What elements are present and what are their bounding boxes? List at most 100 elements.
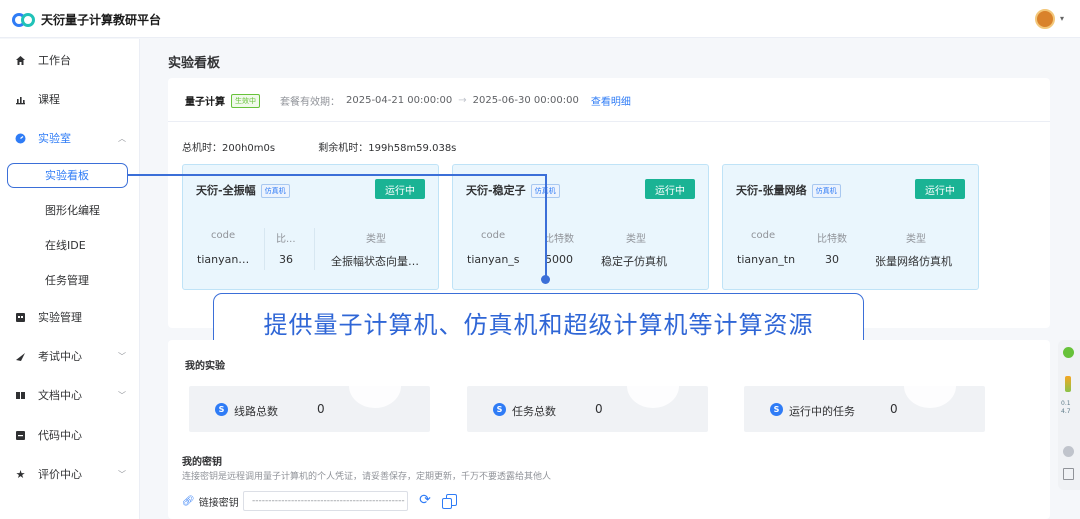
column-header-bits: 比特数 bbox=[817, 234, 847, 245]
app-title: 天衍量子计算教研平台 bbox=[41, 13, 162, 27]
validity-end: 2025-06-30 00:00:00 bbox=[472, 95, 579, 106]
page-title: 实验看板 bbox=[168, 56, 221, 71]
speed-down: 4.7 bbox=[1061, 408, 1071, 415]
floating-toolbar: 0.1 4.7 bbox=[1058, 340, 1080, 490]
machine-card[interactable]: 天衍-全振幅 仿真机 运行中 code 比... 类型 tianyan… 36 全… bbox=[182, 164, 439, 290]
sidebar-item-doc-center[interactable]: 文档中心 ﹀ bbox=[0, 380, 140, 410]
running-status-badge: 运行中 bbox=[645, 179, 695, 199]
screenshot-icon[interactable] bbox=[1063, 468, 1074, 480]
copy-icon[interactable] bbox=[442, 494, 457, 509]
home-icon bbox=[15, 55, 26, 66]
total-time: 总机时：200h0m0s bbox=[182, 143, 276, 154]
stat-value: 0 bbox=[595, 402, 603, 416]
package-name: 量子计算 bbox=[185, 97, 225, 108]
chart-icon bbox=[15, 94, 26, 105]
sidebar-item-label: 实验管理 bbox=[38, 311, 82, 324]
column-header-code: code bbox=[211, 230, 236, 241]
machine-name: 天衍-张量网络 bbox=[736, 184, 807, 197]
chevron-down-icon: ﹀ bbox=[118, 351, 126, 361]
sidebar-item-label: 在线IDE bbox=[45, 239, 86, 252]
machine-category: 稳定子仿真机 bbox=[601, 255, 667, 268]
column-header-type: 类型 bbox=[366, 234, 386, 245]
sidebar-item-task-management[interactable]: 任务管理 bbox=[0, 266, 140, 294]
stat-label: 运行中的任务 bbox=[789, 405, 855, 418]
sidebar-item-courses[interactable]: 课程 bbox=[0, 84, 140, 114]
refresh-icon[interactable]: ⟳ bbox=[417, 492, 433, 508]
chevron-down-icon: ﹀ bbox=[118, 469, 126, 479]
stat-label: 任务总数 bbox=[512, 405, 556, 418]
stat-decoration bbox=[349, 386, 401, 408]
sidebar-item-experiment-management[interactable]: 实验管理 bbox=[0, 302, 140, 332]
sidebar-item-label: 评价中心 bbox=[38, 468, 82, 481]
column-divider bbox=[314, 228, 315, 270]
sidebar: 工作台 课程 实验室 ︿ 实验看板 图形化编程 在线IDE 任务管理 实验管理 … bbox=[0, 39, 140, 519]
running-status-badge: 运行中 bbox=[915, 179, 965, 199]
book-icon bbox=[15, 390, 26, 401]
star-icon: ★ bbox=[15, 467, 26, 481]
sidebar-item-label: 考试中心 bbox=[38, 350, 82, 363]
logo-mark-icon bbox=[12, 12, 36, 28]
arrow-right-icon: → bbox=[458, 95, 467, 106]
sidebar-item-lab[interactable]: 实验室 ︿ bbox=[0, 123, 140, 153]
stat-card: S 任务总数 0 bbox=[467, 386, 708, 432]
column-header-type: 类型 bbox=[626, 234, 646, 245]
validity-label: 套餐有效期： bbox=[280, 97, 340, 108]
machine-name: 天衍-全振幅 bbox=[196, 184, 256, 197]
dashboard-icon bbox=[15, 133, 26, 144]
sidebar-item-label: 代码中心 bbox=[38, 429, 82, 442]
stat-value: 0 bbox=[890, 402, 898, 416]
column-header-code: code bbox=[751, 230, 776, 241]
sidebar-item-exam-center[interactable]: 考试中心 ﹀ bbox=[0, 341, 140, 371]
s-logo-icon: S bbox=[493, 403, 506, 416]
remaining-time: 剩余机时：199h58m59.038s bbox=[318, 143, 457, 154]
section-title: 我的密钥 bbox=[182, 457, 222, 468]
machine-time-row: 总机时：200h0m0s 剩余机时：199h58m59.038s bbox=[182, 139, 456, 154]
highlight-box bbox=[7, 163, 128, 188]
machine-code: tianyan… bbox=[197, 253, 250, 266]
divider bbox=[168, 121, 1050, 122]
sidebar-item-label: 文档中心 bbox=[38, 389, 82, 402]
sidebar-item-online-ide[interactable]: 在线IDE bbox=[0, 231, 140, 259]
shield-icon[interactable] bbox=[1063, 347, 1074, 358]
link-icon: 🔗︎ bbox=[182, 496, 195, 507]
thermometer-icon bbox=[1065, 376, 1071, 392]
view-details-link[interactable]: 查看明细 bbox=[591, 93, 631, 108]
key-input[interactable]: ----------------------------------------… bbox=[243, 491, 408, 511]
stat-card: S 线路总数 0 bbox=[189, 386, 430, 432]
machine-card[interactable]: 天衍-稳定子仿真机 运行中 code 比特数 类型 tianyan_s 5000… bbox=[452, 164, 709, 290]
machine-code: tianyan_s bbox=[467, 253, 520, 266]
package-row: 量子计算 生效中 套餐有效期： 2025-04-21 00:00:00 → 20… bbox=[185, 93, 631, 108]
connector-dot bbox=[541, 275, 550, 284]
calendar-icon bbox=[15, 312, 26, 323]
speed-up: 0.1 bbox=[1061, 400, 1071, 407]
sidebar-item-label: 任务管理 bbox=[45, 274, 89, 287]
s-logo-icon: S bbox=[770, 403, 783, 416]
machine-card[interactable]: 天衍-张量网络 仿真机 运行中 code 比特数 类型 tianyan_tn 30… bbox=[722, 164, 979, 290]
sidebar-item-code-center[interactable]: 代码中心 bbox=[0, 420, 140, 450]
connector-line bbox=[128, 174, 546, 176]
connector-line bbox=[545, 174, 547, 279]
code-icon bbox=[15, 430, 26, 441]
machine-type-badge: 仿真机 bbox=[260, 184, 290, 198]
status-badge: 生效中 bbox=[231, 93, 260, 108]
settings-icon[interactable] bbox=[1063, 446, 1074, 457]
sidebar-item-label: 工作台 bbox=[38, 54, 71, 67]
link-key-text: 链接密钥 bbox=[198, 498, 239, 509]
section-title: 我的实验 bbox=[185, 361, 225, 372]
machine-bits: 36 bbox=[279, 253, 293, 266]
sidebar-item-workbench[interactable]: 工作台 bbox=[0, 45, 140, 75]
sidebar-item-label: 实验室 bbox=[38, 132, 71, 145]
chevron-down-icon[interactable]: ▾ bbox=[1060, 14, 1064, 23]
avatar[interactable] bbox=[1035, 9, 1055, 29]
key-description: 连接密钥是远程调用量子计算机的个人凭证，请妥善保存，定期更新，千万不要透露给其他… bbox=[182, 472, 552, 482]
app-logo[interactable]: 天衍量子计算教研平台 bbox=[12, 11, 161, 28]
machine-category: 全振幅状态向量… bbox=[331, 255, 419, 268]
machine-bits: 30 bbox=[825, 253, 839, 266]
sidebar-item-label: 图形化编程 bbox=[45, 204, 100, 217]
stat-label: 线路总数 bbox=[234, 405, 278, 418]
stat-card: S 运行中的任务 0 bbox=[744, 386, 985, 432]
sidebar-item-evaluation-center[interactable]: ★ 评价中心 ﹀ bbox=[0, 459, 140, 489]
column-header-bits: 比... bbox=[276, 234, 296, 245]
sidebar-item-graphical-programming[interactable]: 图形化编程 bbox=[0, 196, 140, 224]
machine-type-badge: 仿真机 bbox=[811, 184, 841, 198]
